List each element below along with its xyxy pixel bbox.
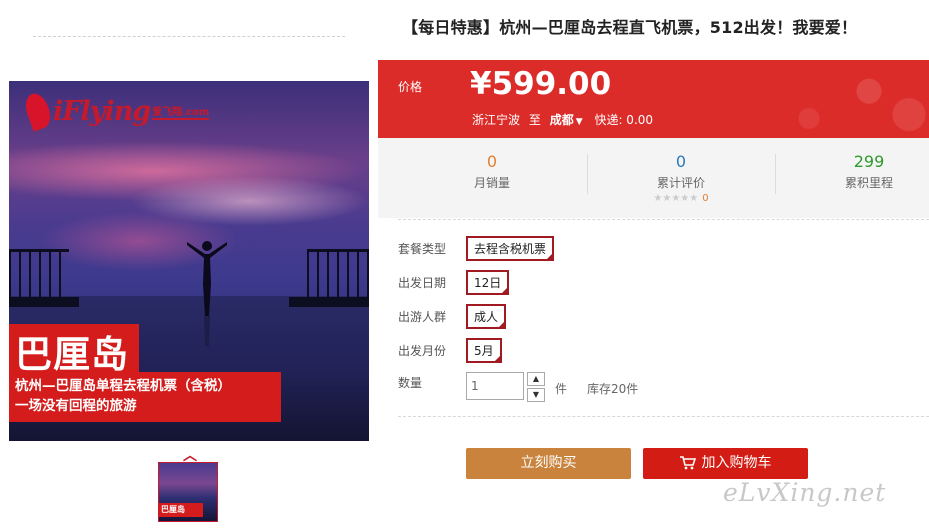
quantity-input[interactable] — [466, 372, 524, 400]
stat-label: 月销量 — [473, 176, 510, 190]
price-decoration — [729, 60, 929, 138]
thumb-banner: 巴厘岛 — [159, 503, 203, 517]
section-divider — [398, 416, 929, 417]
stats-bar: 0 月销量 0 累计评价 ★★★★★ 0 299 累积里程 — [378, 138, 929, 218]
product-info-panel: 【每日特惠】杭州—巴厘岛去程直飞机票，512出发！我要爱！ 价格 ¥599.00… — [378, 0, 929, 530]
site-watermark: eLvXing.net — [723, 478, 887, 507]
product-title: 【每日特惠】杭州—巴厘岛去程直飞机票，512出发！我要爱！ — [402, 18, 858, 37]
shipping-fee: 快递: 0.00 — [594, 113, 654, 127]
banner-title: 巴厘岛 — [15, 333, 129, 376]
price-value: ¥599.00 — [470, 66, 612, 102]
stat-value: 0 — [675, 152, 687, 171]
left-divider — [33, 36, 345, 37]
selected-check-icon — [545, 252, 555, 261]
stat-divider — [775, 154, 776, 194]
stat-points: 299 累积里程 — [779, 152, 929, 191]
rating-count: 0 — [702, 193, 709, 204]
option-label: 出游人群 — [398, 310, 447, 324]
option-value: 5月 — [474, 344, 494, 358]
quantity-unit: 件 — [555, 382, 568, 396]
stat-label: 累积里程 — [844, 176, 893, 190]
rating-stars: ★★★★★ 0 — [591, 193, 771, 204]
iflying-logo: iFlying 爱飞翔.com — [21, 90, 210, 132]
increment-icon[interactable]: ▲ — [527, 372, 545, 386]
banner-caption-box: 杭州—巴厘岛单程去程机票（含税） 一场没有回程的旅游 — [9, 372, 281, 422]
deck-left — [9, 297, 79, 307]
option-date: 出发日期 12日 — [398, 270, 510, 295]
stat-value: 0 — [486, 152, 498, 171]
product-main-image[interactable]: iFlying 爱飞翔.com 巴厘岛 杭州—巴厘岛单程去程机票（含税） 一场没… — [9, 81, 369, 441]
banner-title-box: 巴厘岛 — [9, 324, 139, 376]
person-silhouette-icon — [187, 241, 227, 346]
option-people: 出游人群 成人 — [398, 304, 507, 329]
stat-monthly-sales: 0 月销量 — [402, 152, 582, 191]
stat-divider — [587, 154, 588, 194]
deck-right — [289, 297, 369, 307]
price-box: 价格 ¥599.00 浙江宁波 至 成都 ▼ 快递: 0.00 — [378, 60, 929, 138]
option-label: 出发月份 — [398, 344, 447, 358]
add-to-cart-button[interactable]: 加入购物车 — [643, 448, 808, 479]
logo-text: iFlying — [53, 95, 151, 127]
route-destination-select[interactable]: 成都 ▼ — [550, 113, 583, 127]
logo-sub: 爱飞翔.com — [152, 103, 210, 120]
flame-logo-icon — [21, 90, 55, 132]
quantity-label: 数量 — [398, 376, 423, 390]
stat-value: 299 — [853, 152, 885, 171]
selected-check-icon — [500, 286, 510, 295]
route-to: 至 — [528, 113, 541, 127]
option-label: 套餐类型 — [398, 242, 447, 256]
shipping-route: 浙江宁波 至 成都 ▼ 快递: 0.00 — [472, 111, 653, 128]
quantity-row: 数量 ▲ ▼ 件 库存20件 — [398, 372, 638, 404]
railing-left — [9, 249, 69, 304]
buy-now-button[interactable]: 立刻购买 — [466, 448, 631, 479]
thumbnail-image[interactable]: 巴厘岛 — [158, 462, 218, 522]
option-package: 套餐类型 去程含税机票 — [398, 236, 555, 261]
banner-line-2: 一场没有回程的旅游 — [15, 398, 137, 414]
stock-count: 库存20件 — [587, 382, 639, 396]
banner-line-1: 杭州—巴厘岛单程去程机票（含税） — [15, 378, 231, 394]
route-destination: 成都 — [549, 113, 574, 127]
stat-reviews[interactable]: 0 累计评价 ★★★★★ 0 — [591, 152, 771, 204]
option-tag-selected[interactable]: 12日 — [466, 270, 510, 295]
option-tag-selected[interactable]: 5月 — [466, 338, 502, 363]
stat-label: 累计评价 — [656, 176, 705, 190]
chevron-down-icon: ▼ — [575, 117, 583, 127]
add-to-cart-label: 加入购物车 — [701, 455, 772, 471]
route-origin: 浙江宁波 — [472, 113, 521, 127]
cart-icon — [679, 456, 696, 470]
option-label: 出发日期 — [398, 276, 447, 290]
price-label: 价格 — [398, 80, 423, 94]
railing-right — [307, 249, 369, 304]
quantity-stepper: ▲ ▼ — [527, 372, 545, 404]
option-value: 去程含税机票 — [474, 242, 547, 256]
section-divider — [398, 219, 929, 220]
star-icons: ★★★★★ — [653, 193, 699, 204]
decrement-icon[interactable]: ▼ — [527, 388, 545, 402]
selected-check-icon — [497, 320, 507, 329]
option-value: 成人 — [474, 310, 499, 324]
option-tag-selected[interactable]: 成人 — [466, 304, 507, 329]
selected-check-icon — [492, 354, 502, 363]
option-month: 出发月份 5月 — [398, 338, 502, 363]
option-value: 12日 — [474, 276, 502, 290]
option-tag-selected[interactable]: 去程含税机票 — [466, 236, 555, 261]
